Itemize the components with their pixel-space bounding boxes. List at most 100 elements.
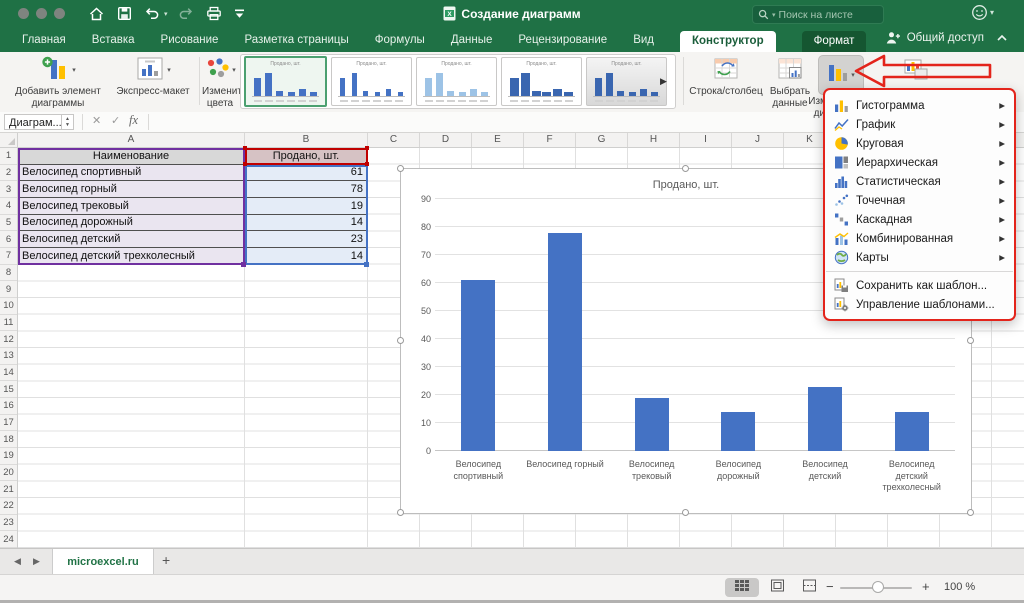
column-header-G[interactable]: G bbox=[576, 133, 628, 147]
close-window-button[interactable] bbox=[18, 8, 29, 19]
chart-selection-handle[interactable] bbox=[397, 165, 404, 172]
search-input[interactable]: ▾ Поиск на листе bbox=[752, 5, 884, 24]
tab-Разметка страницы[interactable]: Разметка страницы bbox=[244, 34, 348, 46]
select-all-corner[interactable] bbox=[0, 133, 18, 148]
table-cell[interactable]: 14 bbox=[245, 215, 368, 232]
add-sheet-button[interactable]: + bbox=[162, 552, 170, 568]
column-header-I[interactable]: I bbox=[680, 133, 732, 147]
row-header-13[interactable]: 13 bbox=[0, 348, 17, 365]
row-header-7[interactable]: 7 bbox=[0, 248, 17, 265]
quick-layout-button[interactable]: ▾ Экспресс-макет bbox=[110, 56, 196, 98]
tab-Конструктор[interactable]: Конструктор bbox=[680, 31, 776, 52]
menu-item[interactable]: Карты▶ bbox=[825, 248, 1014, 267]
menu-item[interactable]: Статистическая▶ bbox=[825, 172, 1014, 191]
row-header-18[interactable]: 18 bbox=[0, 431, 17, 448]
table-cell[interactable]: Велосипед дорожный bbox=[18, 215, 245, 232]
search-scope-caret-icon[interactable]: ▾ bbox=[772, 11, 776, 19]
row-header-17[interactable]: 17 bbox=[0, 415, 17, 432]
chart-style-thumbnail-2[interactable]: Продано, шт. bbox=[331, 57, 412, 106]
menu-item[interactable]: Круговая▶ bbox=[825, 134, 1014, 153]
row-header-2[interactable]: 2 bbox=[0, 165, 17, 182]
tab-Формулы[interactable]: Формулы bbox=[375, 34, 425, 46]
undo-caret-icon[interactable]: ▾ bbox=[164, 10, 168, 18]
add-chart-element-button[interactable]: ▾ Добавить элемент диаграммы bbox=[6, 56, 110, 110]
table-cell[interactable]: 61 bbox=[245, 165, 368, 182]
change-colors-button[interactable]: ▾ Изменить цвета bbox=[202, 56, 238, 110]
sheet-nav-right-icon[interactable]: ▶ bbox=[33, 556, 40, 567]
row-header-19[interactable]: 19 bbox=[0, 448, 17, 465]
menu-item[interactable]: Каскадная▶ bbox=[825, 210, 1014, 229]
menu-item[interactable]: Сохранить как шаблон... bbox=[825, 276, 1014, 295]
row-header-1[interactable]: 1 bbox=[0, 148, 17, 165]
chart-selection-handle[interactable] bbox=[397, 509, 404, 516]
normal-view-button[interactable] bbox=[725, 578, 759, 597]
zoom-window-button[interactable] bbox=[54, 8, 65, 19]
chart-style-thumbnail-5[interactable]: Продано, шт. bbox=[586, 57, 667, 106]
menu-item[interactable]: Управление шаблонами... bbox=[825, 295, 1014, 314]
row-header-14[interactable]: 14 bbox=[0, 365, 17, 382]
zoom-out-button[interactable]: − bbox=[826, 579, 834, 594]
save-icon[interactable] bbox=[117, 6, 132, 21]
tab-Вид[interactable]: Вид bbox=[633, 34, 654, 46]
chart-bar[interactable] bbox=[895, 412, 929, 451]
chart-bar[interactable] bbox=[635, 398, 669, 451]
share-button[interactable]: Общий доступ bbox=[885, 31, 1008, 44]
chart-style-thumbnail-4[interactable]: Продано, шт. bbox=[501, 57, 582, 106]
chart-selection-handle[interactable] bbox=[682, 509, 689, 516]
row-header-15[interactable]: 15 bbox=[0, 381, 17, 398]
tab-Вставка[interactable]: Вставка bbox=[92, 34, 135, 46]
menu-item[interactable]: Иерархическая▶ bbox=[825, 153, 1014, 172]
tab-Формат[interactable]: Формат bbox=[802, 31, 867, 52]
chart-bar[interactable] bbox=[461, 280, 495, 451]
move-chart-button[interactable] bbox=[898, 57, 934, 87]
chart-bar[interactable] bbox=[548, 233, 582, 451]
row-header-20[interactable]: 20 bbox=[0, 465, 17, 482]
row-header-8[interactable]: 8 bbox=[0, 265, 17, 282]
toolbar-options-icon[interactable] bbox=[234, 9, 245, 19]
column-header-E[interactable]: E bbox=[472, 133, 524, 147]
row-header-10[interactable]: 10 bbox=[0, 298, 17, 315]
confirm-entry-icon[interactable]: ✓ bbox=[111, 114, 120, 127]
menu-item[interactable]: Гистограмма▶ bbox=[825, 96, 1014, 115]
table-cell[interactable]: Велосипед детский трехколесный bbox=[18, 248, 245, 265]
redo-icon[interactable] bbox=[178, 6, 194, 21]
table-cell[interactable]: Велосипед детский bbox=[18, 231, 245, 248]
tab-Главная[interactable]: Главная bbox=[22, 34, 66, 46]
column-header-A[interactable]: A bbox=[18, 133, 245, 147]
home-icon[interactable] bbox=[88, 6, 105, 22]
sheet-nav-left-icon[interactable]: ◀ bbox=[14, 556, 21, 567]
column-header-C[interactable]: C bbox=[368, 133, 420, 147]
column-header-D[interactable]: D bbox=[420, 133, 472, 147]
table-cell[interactable]: Велосипед трековый bbox=[18, 198, 245, 215]
tab-Рисование[interactable]: Рисование bbox=[161, 34, 219, 46]
cancel-entry-icon[interactable]: ✕ bbox=[92, 114, 101, 127]
row-header-24[interactable]: 24 bbox=[0, 531, 17, 548]
column-header-B[interactable]: B bbox=[245, 133, 368, 147]
switch-row-column-button[interactable]: Строка/столбец bbox=[686, 56, 766, 98]
chart-selection-handle[interactable] bbox=[682, 165, 689, 172]
menu-item[interactable]: Точечная▶ bbox=[825, 191, 1014, 210]
row-header-16[interactable]: 16 bbox=[0, 398, 17, 415]
insert-function-icon[interactable]: fx bbox=[129, 113, 138, 128]
tab-Рецензирование[interactable]: Рецензирование bbox=[518, 34, 607, 46]
table-cell[interactable]: 19 bbox=[245, 198, 368, 215]
table-cell[interactable]: 14 bbox=[245, 248, 368, 265]
chart-selection-handle[interactable] bbox=[397, 337, 404, 344]
row-header-3[interactable]: 3 bbox=[0, 181, 17, 198]
table-cell[interactable]: Велосипед горный bbox=[18, 181, 245, 198]
chart-bar[interactable] bbox=[721, 412, 755, 451]
row-header-21[interactable]: 21 bbox=[0, 481, 17, 498]
page-layout-view-button[interactable] bbox=[762, 578, 792, 597]
row-header-9[interactable]: 9 bbox=[0, 281, 17, 298]
zoom-level[interactable]: 100 % bbox=[944, 581, 975, 593]
table-header-name[interactable]: Наименование bbox=[18, 148, 245, 165]
tab-Данные[interactable]: Данные bbox=[451, 34, 493, 46]
chart-bar[interactable] bbox=[808, 387, 842, 451]
collapse-ribbon-chevron-icon[interactable] bbox=[996, 34, 1008, 42]
chart-selection-handle[interactable] bbox=[967, 509, 974, 516]
table-header-sold[interactable]: Продано, шт. bbox=[245, 148, 368, 165]
column-header-J[interactable]: J bbox=[732, 133, 784, 147]
chart-style-thumbnail-3[interactable]: Продано, шт. bbox=[416, 57, 497, 106]
row-header-11[interactable]: 11 bbox=[0, 315, 17, 332]
column-header-F[interactable]: F bbox=[524, 133, 576, 147]
